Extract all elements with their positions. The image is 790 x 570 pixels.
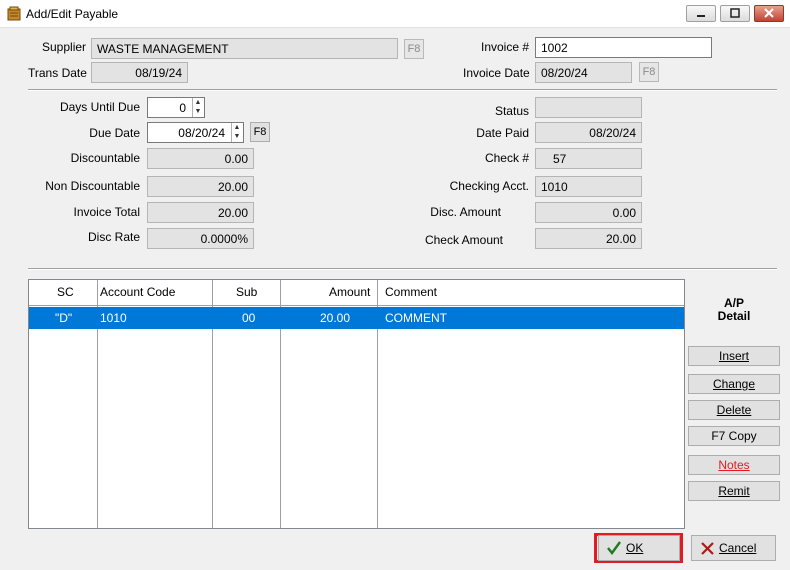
discountable-field[interactable]: 0.00 bbox=[147, 148, 254, 169]
trans-date-field[interactable]: 08/19/24 bbox=[91, 62, 188, 83]
invoice-date-label: Invoice Date bbox=[463, 66, 530, 80]
ap-detail-title: A/P Detail bbox=[688, 297, 780, 323]
non-discountable-field[interactable]: 20.00 bbox=[147, 176, 254, 197]
discountable-label: Discountable bbox=[70, 151, 140, 165]
date-paid-label: Date Paid bbox=[476, 126, 529, 140]
due-date-lookup-button[interactable]: F8 bbox=[250, 122, 270, 142]
invoice-date-lookup-button[interactable]: F8 bbox=[639, 62, 659, 82]
maximize-icon bbox=[730, 8, 740, 18]
ok-button[interactable]: OK bbox=[598, 535, 680, 561]
insert-button[interactable]: Insert bbox=[688, 346, 780, 366]
non-discountable-label: Non Discountable bbox=[45, 179, 140, 193]
due-date-label: Due Date bbox=[89, 126, 140, 140]
spin-up-icon[interactable]: ▲ bbox=[232, 123, 242, 132]
details-separator bbox=[28, 268, 777, 270]
invoice-total-label: Invoice Total bbox=[73, 205, 141, 219]
check-amount-field[interactable]: 20.00 bbox=[535, 228, 642, 249]
checking-account-label: Checking Acct. bbox=[449, 179, 529, 193]
header-separator bbox=[28, 89, 777, 91]
ok-button-label: OK bbox=[626, 541, 644, 555]
insert-button-label: Insert bbox=[718, 349, 749, 363]
invoice-total-field[interactable]: 20.00 bbox=[147, 202, 254, 223]
spin-up-icon[interactable]: ▲ bbox=[193, 98, 203, 107]
column-header-sub[interactable]: Sub bbox=[236, 285, 257, 299]
check-number-label: Check # bbox=[484, 151, 529, 165]
due-date-spinner[interactable]: ▲ ▼ bbox=[231, 123, 242, 142]
disc-rate-field[interactable]: 0.0000% bbox=[147, 228, 254, 249]
copy-button[interactable]: F7 Copy bbox=[688, 426, 780, 446]
column-header-account-code[interactable]: Account Code bbox=[100, 285, 175, 299]
app-icon bbox=[7, 6, 21, 21]
column-header-sc[interactable]: SC bbox=[57, 285, 74, 299]
cancel-x-icon bbox=[701, 542, 714, 555]
supplier-field[interactable]: WASTE MANAGEMENT bbox=[91, 38, 398, 59]
invoice-date-field[interactable]: 08/20/24 bbox=[535, 62, 632, 83]
minimize-icon bbox=[697, 15, 705, 17]
disc-rate-label: Disc Rate bbox=[87, 230, 140, 244]
trans-date-label: Trans Date bbox=[28, 66, 87, 80]
cancel-button[interactable]: Cancel bbox=[691, 535, 776, 561]
ap-detail-grid[interactable]: SC Account Code Sub Amount Comment "D" 1… bbox=[28, 279, 685, 529]
disc-amount-field[interactable]: 0.00 bbox=[535, 202, 642, 223]
days-until-due-spinner[interactable]: ▲ ▼ bbox=[192, 98, 203, 117]
cell-sc: "D" bbox=[55, 311, 73, 325]
checking-account-field[interactable]: 1010 bbox=[535, 176, 642, 197]
supplier-label: Supplier bbox=[42, 40, 87, 54]
remit-button[interactable]: Remit bbox=[688, 481, 780, 501]
disc-amount-label: Disc. Amount bbox=[430, 205, 501, 219]
status-field[interactable] bbox=[535, 97, 642, 118]
spin-down-icon[interactable]: ▼ bbox=[193, 107, 203, 116]
check-number-field[interactable]: 57 bbox=[535, 148, 642, 169]
notes-button[interactable]: Notes bbox=[688, 455, 780, 475]
delete-button[interactable]: Delete bbox=[688, 400, 780, 420]
due-date-input[interactable]: 08/20/24 bbox=[147, 122, 244, 143]
status-label: Status bbox=[494, 104, 529, 118]
close-icon bbox=[764, 8, 774, 18]
change-button-label: Change bbox=[712, 377, 756, 391]
invoice-number-label: Invoice # bbox=[481, 40, 530, 54]
header-divider bbox=[29, 305, 684, 306]
cell-comment: COMMENT bbox=[385, 311, 447, 325]
cell-amount: 20.00 bbox=[320, 311, 351, 325]
delete-button-label: Delete bbox=[716, 403, 752, 417]
invoice-number-input[interactable]: 1002 bbox=[535, 37, 712, 58]
title-bar bbox=[0, 0, 790, 28]
change-button[interactable]: Change bbox=[688, 374, 780, 394]
table-row[interactable]: "D" 1010 00 20.00 COMMENT bbox=[29, 307, 684, 329]
notes-button-label: Notes bbox=[718, 458, 750, 472]
maximize-button[interactable] bbox=[720, 5, 750, 22]
supplier-lookup-button[interactable]: F8 bbox=[404, 39, 424, 59]
cell-account-code: 1010 bbox=[100, 311, 127, 325]
date-paid-field[interactable]: 08/20/24 bbox=[535, 122, 642, 143]
column-header-comment[interactable]: Comment bbox=[385, 285, 437, 299]
cancel-button-label: Cancel bbox=[719, 541, 757, 555]
cell-sub: 00 bbox=[242, 311, 256, 325]
days-until-due-label: Days Until Due bbox=[59, 100, 140, 114]
checkmark-icon bbox=[607, 541, 621, 555]
ap-detail-title-line2: Detail bbox=[717, 309, 751, 323]
remit-button-label: Remit bbox=[718, 484, 750, 498]
close-button[interactable] bbox=[754, 5, 784, 22]
check-amount-label: Check Amount bbox=[424, 233, 503, 247]
minimize-button[interactable] bbox=[686, 5, 716, 22]
column-header-amount[interactable]: Amount bbox=[329, 285, 370, 299]
window-title: Add/Edit Payable bbox=[26, 7, 119, 21]
spin-down-icon[interactable]: ▼ bbox=[232, 132, 242, 141]
